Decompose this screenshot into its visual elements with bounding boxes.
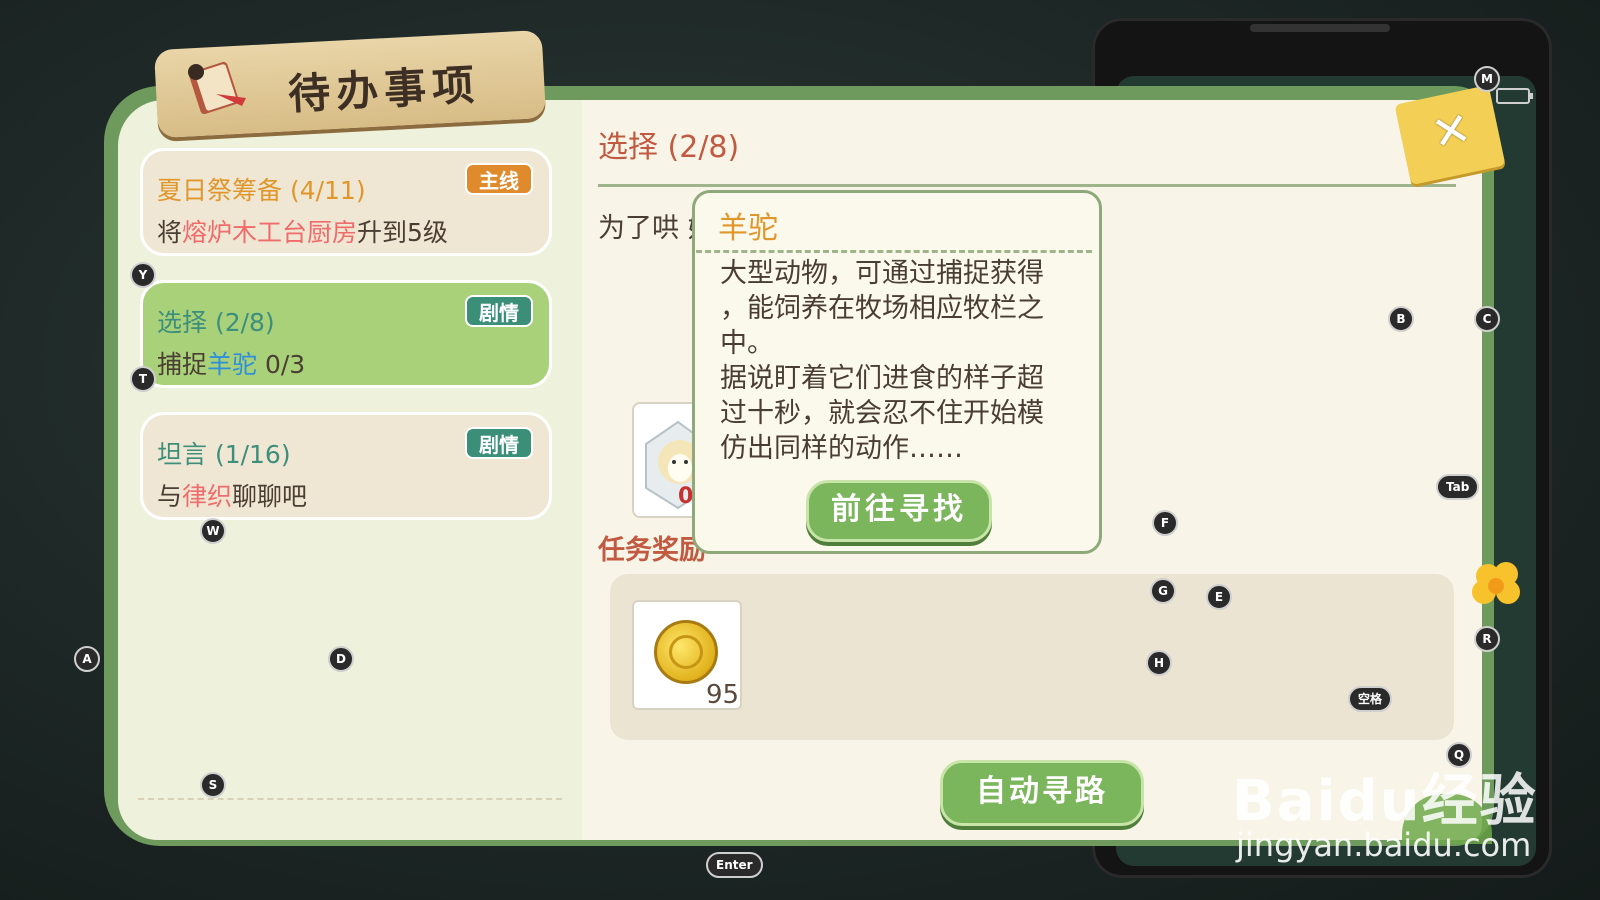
divider [598,184,1456,187]
reward-count: 95 [706,680,740,710]
divider [138,798,562,800]
key-hint-e: E [1206,584,1232,610]
key-hint-h: H [1146,650,1172,676]
story-tag: 剧情 [465,295,533,327]
key-hint-a: A [74,646,100,672]
key-hint-tab: Tab [1436,474,1480,500]
watermark-url: jingyan.baidu.com [1236,826,1532,864]
watermark-brand: Baidu经验 [1232,769,1538,834]
divider [696,250,1092,253]
key-hint-m: M [1474,66,1500,92]
task-description: 捕捉羊驼 0/3 [157,350,306,379]
task-title: 坦言 (1/16) [157,440,291,469]
task-title: 夏日祭筹备 (4/11) [157,176,366,205]
key-hint-c: C [1474,306,1500,332]
task-description: 将熔炉木工台厨房升到5级 [157,218,448,247]
auto-path-button[interactable]: 自动寻路 [940,760,1144,826]
task-description: 与律织聊聊吧 [157,482,308,511]
task-detail-title: 选择 (2/8) [598,130,740,165]
go-find-button[interactable]: 前往寻找 [806,480,992,542]
key-hint-y: Y [130,262,156,288]
main-quest-tag: 主线 [465,163,533,195]
key-hint-s: S [200,772,226,798]
reward-label: 任务奖励 [598,535,706,566]
key-hint-space: 空格 [1348,686,1393,712]
task-title: 选择 (2/8) [157,308,275,337]
key-hint-w: W [200,518,226,544]
page-title: 待办事项 [287,60,482,119]
popup-description: 大型动物，可通过捕捉获得 ，能饲养在牧场相应牧栏之 中。 据说盯着它们进食的样子… [720,258,1044,464]
task-card-confession[interactable]: 坦言 (1/16) 剧情 与律织聊聊吧 [140,412,552,520]
book-icon [188,61,246,114]
task-card-summer-festival[interactable]: 夏日祭筹备 (4/11) 主线 将熔炉木工台厨房升到5级 [140,148,552,256]
key-hint-g: G [1150,578,1176,604]
key-hint-t: T [130,366,156,392]
battery-icon [1496,88,1533,104]
flower-icon [1472,562,1520,604]
phone-notch [1250,24,1390,32]
story-tag: 剧情 [465,427,533,459]
task-card-choice[interactable]: 选择 (2/8) 剧情 捕捉羊驼 0/3 [140,280,552,388]
key-hint-r: R [1474,626,1500,652]
popup-title: 羊驼 [718,211,778,246]
key-hint-d: D [328,646,354,672]
key-hint-enter: Enter [706,852,763,878]
key-hint-b: B [1388,306,1414,332]
coin-icon [654,620,718,684]
key-hint-f: F [1152,510,1178,536]
